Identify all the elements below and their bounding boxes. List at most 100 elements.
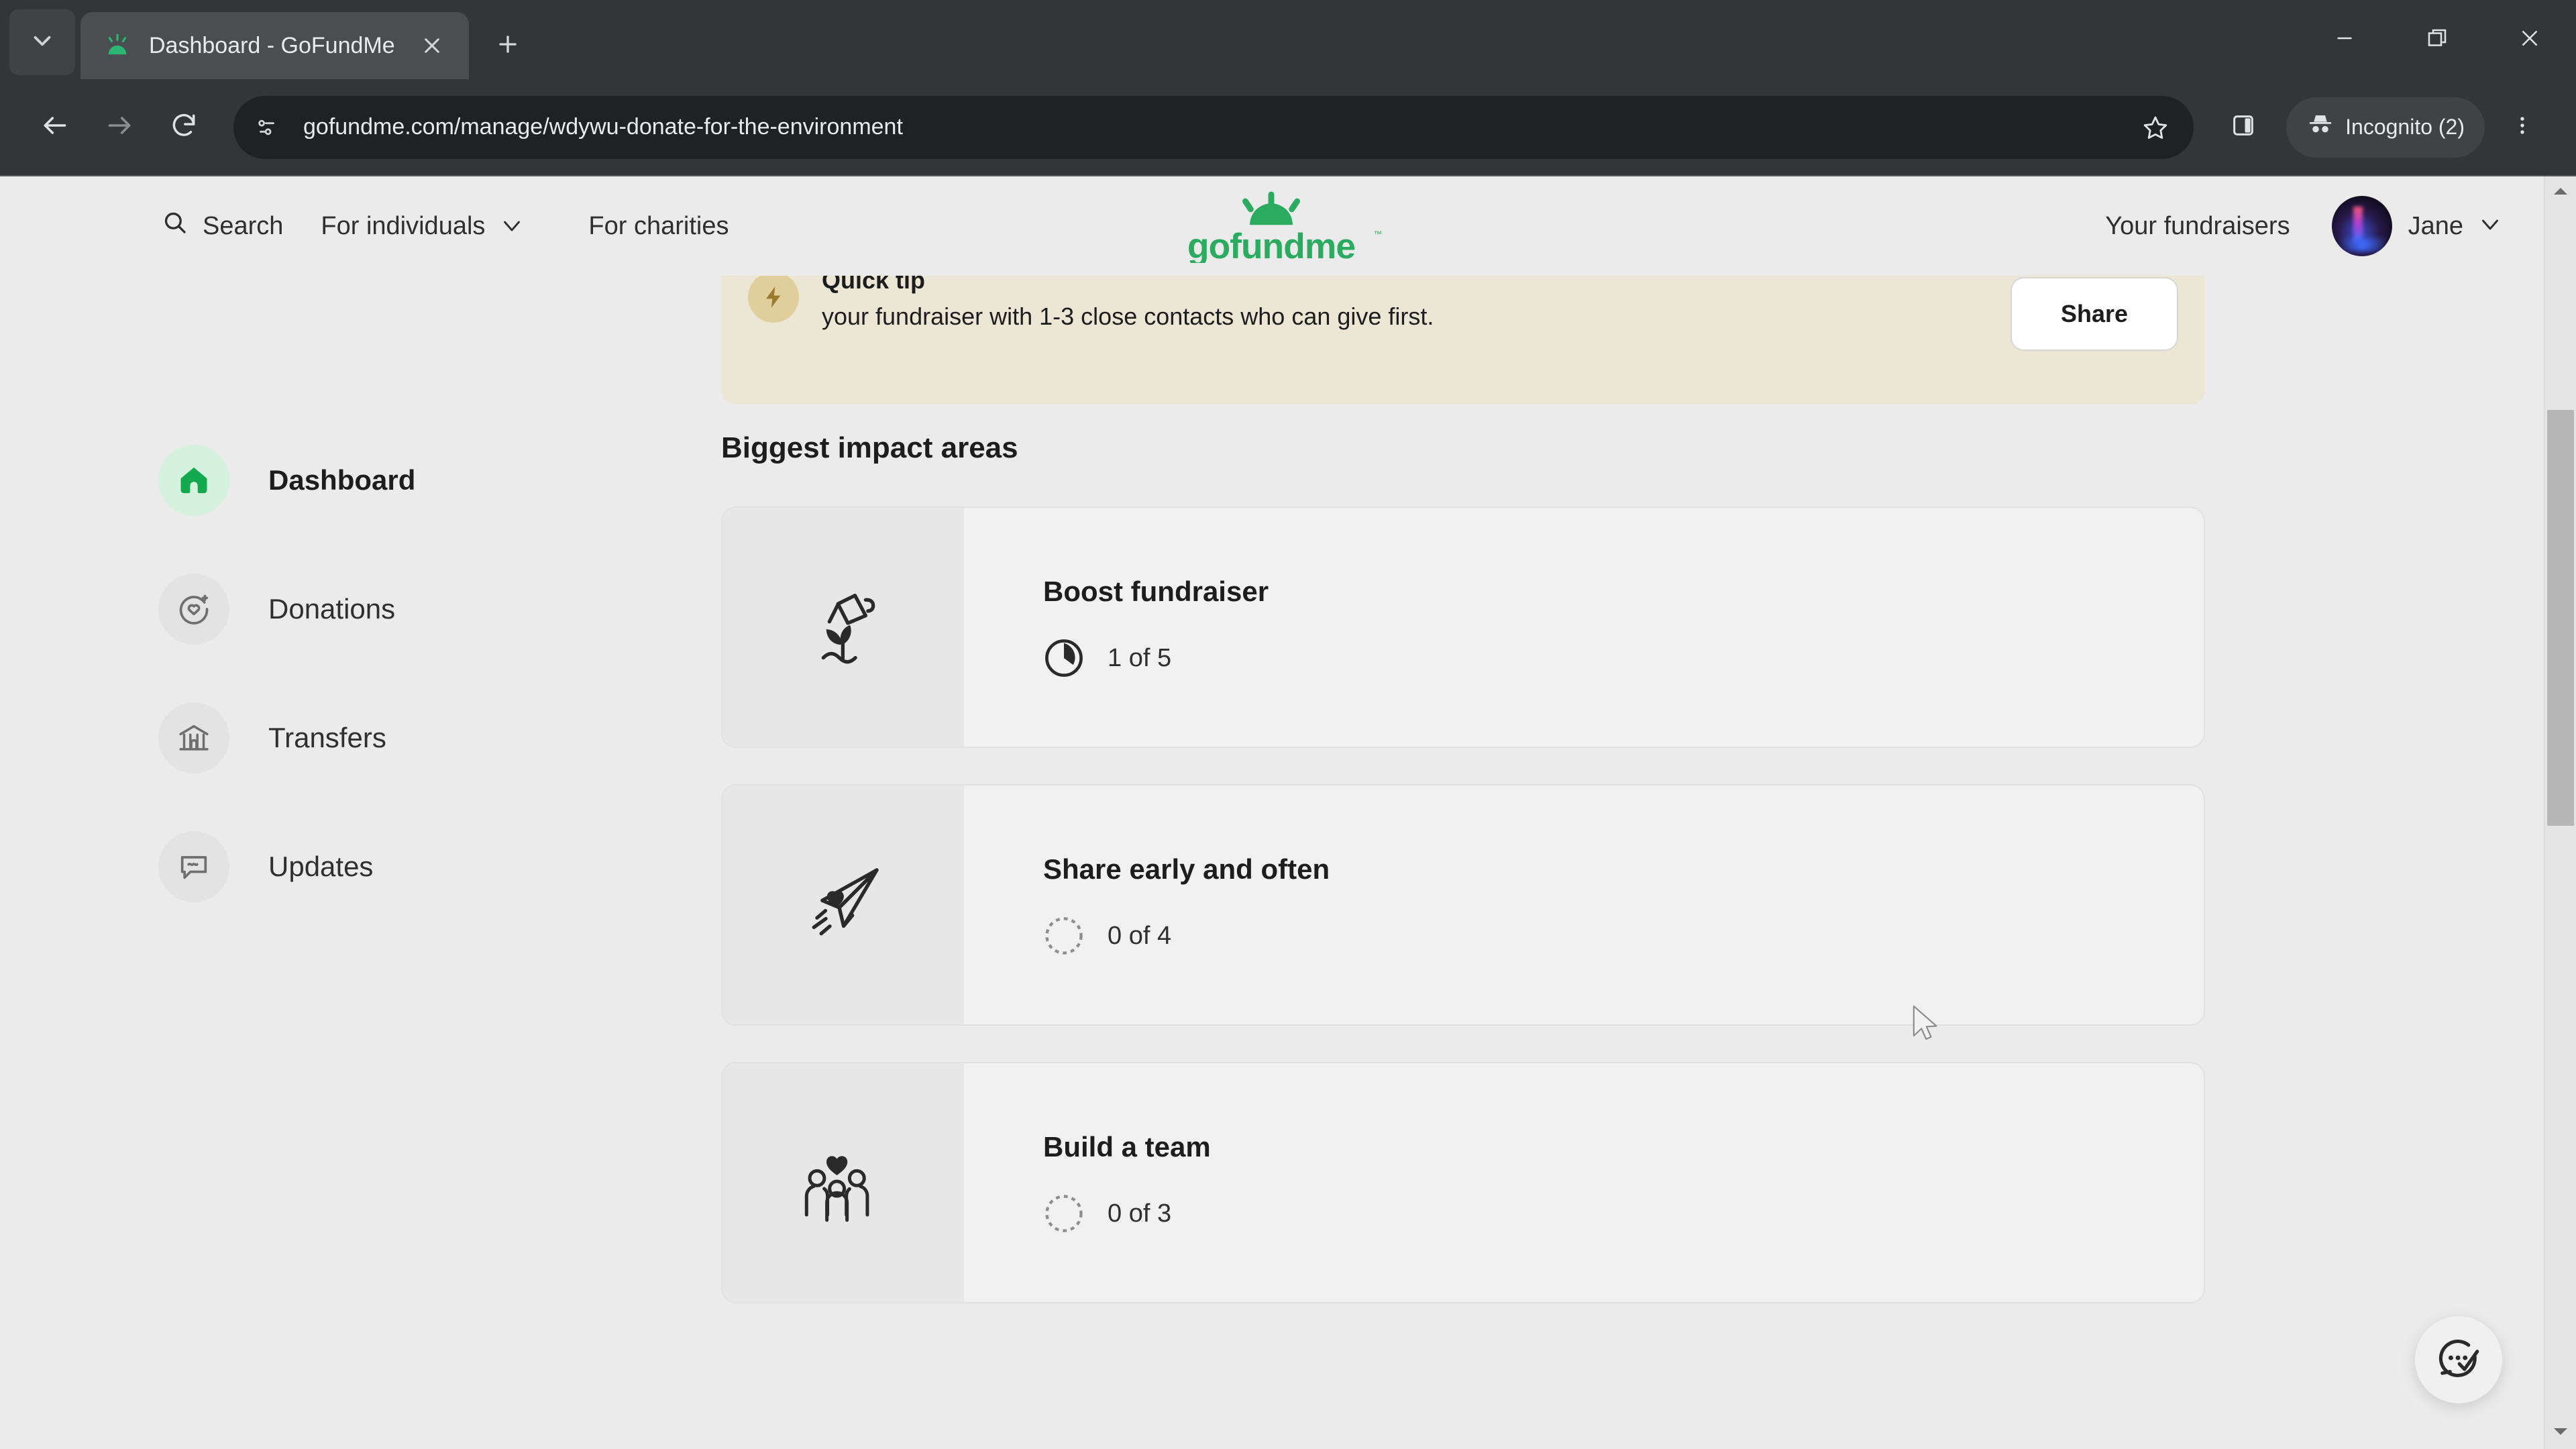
url-text: gofundme.com/manage/wdywu-donate-for-the… xyxy=(303,114,903,140)
heart-target-icon xyxy=(158,574,229,645)
share-button[interactable]: Share xyxy=(2010,277,2178,351)
card-title: Share early and often xyxy=(1043,853,1330,885)
chevron-down-icon[interactable] xyxy=(2463,217,2502,236)
back-button[interactable] xyxy=(23,95,87,160)
address-bar[interactable]: gofundme.com/manage/wdywu-donate-for-the… xyxy=(233,95,2194,159)
avatar[interactable] xyxy=(2331,196,2392,256)
card-progress: 0 of 3 xyxy=(1043,1193,2204,1234)
site-header-account: Your fundraisers Jane xyxy=(2105,196,2502,256)
home-icon xyxy=(158,445,229,516)
chevron-down-icon xyxy=(28,27,56,58)
quick-tip-text: Quick tip your fundraiser with 1-3 close… xyxy=(822,266,1434,331)
for-charities-nav-item[interactable]: For charities xyxy=(588,212,729,241)
card-body: Boost fundraiser 1 of 5 xyxy=(964,508,2204,747)
close-icon xyxy=(2518,26,2542,54)
plus-icon xyxy=(495,32,521,60)
support-chat-button[interactable] xyxy=(2415,1316,2502,1403)
sidebar-item-donations[interactable]: Donations xyxy=(158,574,668,645)
card-progress: 1 of 5 xyxy=(1043,637,2204,679)
card-body: Share early and often 0 of 4 xyxy=(964,786,2204,1024)
progress-ring-icon xyxy=(1043,1193,1085,1234)
sidebar-item-label: Donations xyxy=(268,593,396,625)
quick-tip-body: your fundraiser with 1-3 close contacts … xyxy=(822,303,1434,330)
tab-search-button[interactable] xyxy=(9,9,75,75)
scroll-down-button[interactable] xyxy=(2544,1417,2576,1449)
incognito-hat-icon xyxy=(2306,111,2345,144)
browser-toolbar: gofundme.com/manage/wdywu-donate-for-the… xyxy=(0,79,2576,176)
site-header-nav: Search For individuals For charities xyxy=(40,209,729,244)
arrow-right-icon xyxy=(105,111,134,144)
for-charities-label: For charities xyxy=(588,211,729,240)
close-icon[interactable] xyxy=(413,26,451,65)
search-icon xyxy=(161,209,203,244)
sidebar-item-updates[interactable]: Updates xyxy=(158,831,668,902)
window-controls xyxy=(2298,0,2576,79)
restore-icon xyxy=(2425,26,2449,54)
page-title: Biggest impact areas xyxy=(721,431,1018,464)
minimize-icon xyxy=(2332,26,2357,54)
incognito-indicator[interactable]: Incognito (2) xyxy=(2286,97,2485,158)
browser-menu-button[interactable] xyxy=(2491,97,2553,158)
impact-card[interactable]: Boost fundraiser 1 of 5 xyxy=(721,506,2205,748)
card-title: Boost fundraiser xyxy=(1043,576,1269,607)
maximize-button[interactable] xyxy=(2391,0,2483,79)
scrollbar-thumb[interactable] xyxy=(2547,410,2574,826)
page-viewport: Quick tip your fundraiser with 1-3 close… xyxy=(0,176,2576,1449)
progress-label: 0 of 3 xyxy=(1108,1199,1172,1228)
lightning-bolt-icon xyxy=(748,272,799,323)
progress-label: 1 of 5 xyxy=(1108,643,1172,672)
for-individuals-nav-item[interactable]: For individuals xyxy=(321,212,524,241)
gofundme-sun-icon: gofundme ™ xyxy=(1187,191,1382,263)
arrow-left-icon xyxy=(40,111,70,144)
card-art xyxy=(722,508,964,747)
sidebar-item-dashboard[interactable]: Dashboard xyxy=(158,445,668,516)
tab-title: Dashboard - GoFundMe xyxy=(149,32,395,58)
quick-tip-banner: Quick tip your fundraiser with 1-3 close… xyxy=(721,264,2205,405)
minimize-button[interactable] xyxy=(2298,0,2391,79)
star-icon[interactable] xyxy=(2129,101,2182,154)
side-panel-button[interactable] xyxy=(2211,95,2275,160)
impact-card[interactable]: Build a team 0 of 3 xyxy=(721,1062,2205,1303)
search-label: Search xyxy=(203,211,284,240)
card-art xyxy=(722,786,964,1024)
progress-ring-icon xyxy=(1043,915,1085,957)
incognito-label: Incognito (2) xyxy=(2345,115,2465,139)
sidebar-item-transfers[interactable]: Transfers xyxy=(158,702,668,773)
gofundme-logo[interactable]: gofundme ™ xyxy=(1152,189,1391,263)
paper-plane-heart-icon xyxy=(793,853,894,957)
your-fundraisers-link[interactable]: Your fundraisers xyxy=(2105,212,2290,241)
card-title: Build a team xyxy=(1043,1131,1211,1163)
chevron-down-icon xyxy=(485,212,524,241)
page-scrollbar[interactable] xyxy=(2544,176,2576,1449)
chat-check-icon xyxy=(2434,1334,2483,1387)
bank-icon xyxy=(158,702,229,773)
side-panel-icon xyxy=(2230,112,2257,142)
card-progress: 0 of 4 xyxy=(1043,915,2204,957)
caret-up-icon xyxy=(2553,186,2568,199)
browser-tab[interactable]: Dashboard - GoFundMe xyxy=(80,12,469,79)
caret-down-icon xyxy=(2553,1427,2568,1440)
close-window-button[interactable] xyxy=(2483,0,2576,79)
browser-window: Dashboard - GoFundMe gofundme.com/manage… xyxy=(0,0,2576,1449)
reload-button[interactable] xyxy=(152,95,216,160)
sidebar-item-label: Updates xyxy=(268,851,374,882)
mouse-cursor xyxy=(1911,1005,1942,1046)
account-name[interactable]: Jane xyxy=(2408,212,2463,241)
sidebar-item-label: Dashboard xyxy=(268,464,416,496)
new-tab-button[interactable] xyxy=(484,21,532,70)
progress-ring-icon xyxy=(1043,637,1085,679)
site-header: Search For individuals For charities gof… xyxy=(0,176,2542,276)
reload-icon xyxy=(169,111,199,144)
scroll-up-button[interactable] xyxy=(2544,176,2576,209)
dashboard-sidebar: Dashboard Donations Transfers Updates xyxy=(158,445,668,960)
speech-bubble-icon xyxy=(158,831,229,902)
progress-label: 0 of 4 xyxy=(1108,921,1172,950)
page-info-icon[interactable] xyxy=(243,103,291,152)
forward-button[interactable] xyxy=(87,95,152,160)
svg-text:gofundme: gofundme xyxy=(1187,227,1355,263)
search-nav-item[interactable]: Search xyxy=(161,209,283,244)
tab-strip: Dashboard - GoFundMe xyxy=(0,0,2576,79)
impact-card[interactable]: Share early and often 0 of 4 xyxy=(721,784,2205,1026)
watering-can-sprout-icon xyxy=(793,576,894,680)
card-art xyxy=(722,1063,964,1302)
